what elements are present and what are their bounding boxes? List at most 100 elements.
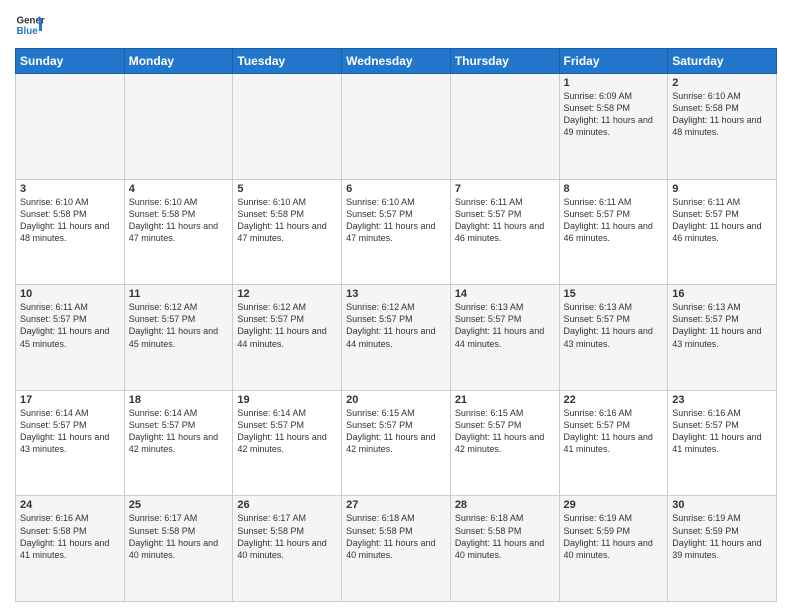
calendar-week-4: 17Sunrise: 6:14 AM Sunset: 5:57 PM Dayli… [16, 390, 777, 496]
day-number: 7 [455, 183, 555, 195]
calendar-cell [16, 74, 125, 180]
day-number: 16 [672, 288, 772, 300]
header: General Blue [15, 10, 777, 40]
day-number: 18 [129, 394, 229, 406]
calendar-cell: 12Sunrise: 6:12 AM Sunset: 5:57 PM Dayli… [233, 285, 342, 391]
calendar-cell: 2Sunrise: 6:10 AM Sunset: 5:58 PM Daylig… [668, 74, 777, 180]
day-number: 4 [129, 183, 229, 195]
day-number: 2 [672, 77, 772, 89]
day-info: Sunrise: 6:13 AM Sunset: 5:57 PM Dayligh… [564, 301, 664, 350]
day-info: Sunrise: 6:09 AM Sunset: 5:58 PM Dayligh… [564, 90, 664, 139]
day-info: Sunrise: 6:11 AM Sunset: 5:57 PM Dayligh… [20, 301, 120, 350]
day-info: Sunrise: 6:13 AM Sunset: 5:57 PM Dayligh… [672, 301, 772, 350]
logo: General Blue [15, 10, 45, 40]
day-info: Sunrise: 6:10 AM Sunset: 5:58 PM Dayligh… [237, 196, 337, 245]
day-info: Sunrise: 6:12 AM Sunset: 5:57 PM Dayligh… [237, 301, 337, 350]
day-info: Sunrise: 6:15 AM Sunset: 5:57 PM Dayligh… [346, 407, 446, 456]
col-header-saturday: Saturday [668, 49, 777, 74]
day-number: 15 [564, 288, 664, 300]
day-number: 1 [564, 77, 664, 89]
calendar-cell [233, 74, 342, 180]
calendar-week-5: 24Sunrise: 6:16 AM Sunset: 5:58 PM Dayli… [16, 496, 777, 602]
day-number: 3 [20, 183, 120, 195]
calendar-cell: 28Sunrise: 6:18 AM Sunset: 5:58 PM Dayli… [450, 496, 559, 602]
day-info: Sunrise: 6:15 AM Sunset: 5:57 PM Dayligh… [455, 407, 555, 456]
day-number: 9 [672, 183, 772, 195]
day-number: 23 [672, 394, 772, 406]
day-number: 11 [129, 288, 229, 300]
calendar-cell: 27Sunrise: 6:18 AM Sunset: 5:58 PM Dayli… [342, 496, 451, 602]
day-info: Sunrise: 6:16 AM Sunset: 5:57 PM Dayligh… [564, 407, 664, 456]
day-info: Sunrise: 6:19 AM Sunset: 5:59 PM Dayligh… [564, 512, 664, 561]
day-info: Sunrise: 6:10 AM Sunset: 5:57 PM Dayligh… [346, 196, 446, 245]
day-number: 13 [346, 288, 446, 300]
day-info: Sunrise: 6:18 AM Sunset: 5:58 PM Dayligh… [346, 512, 446, 561]
calendar-cell: 29Sunrise: 6:19 AM Sunset: 5:59 PM Dayli… [559, 496, 668, 602]
calendar-cell [342, 74, 451, 180]
calendar-cell: 13Sunrise: 6:12 AM Sunset: 5:57 PM Dayli… [342, 285, 451, 391]
calendar-cell: 7Sunrise: 6:11 AM Sunset: 5:57 PM Daylig… [450, 179, 559, 285]
calendar-cell: 1Sunrise: 6:09 AM Sunset: 5:58 PM Daylig… [559, 74, 668, 180]
day-info: Sunrise: 6:18 AM Sunset: 5:58 PM Dayligh… [455, 512, 555, 561]
day-number: 20 [346, 394, 446, 406]
col-header-tuesday: Tuesday [233, 49, 342, 74]
calendar-cell: 8Sunrise: 6:11 AM Sunset: 5:57 PM Daylig… [559, 179, 668, 285]
day-number: 25 [129, 499, 229, 511]
day-info: Sunrise: 6:14 AM Sunset: 5:57 PM Dayligh… [20, 407, 120, 456]
calendar-week-1: 1Sunrise: 6:09 AM Sunset: 5:58 PM Daylig… [16, 74, 777, 180]
calendar-cell [450, 74, 559, 180]
day-number: 14 [455, 288, 555, 300]
day-number: 28 [455, 499, 555, 511]
calendar-cell: 20Sunrise: 6:15 AM Sunset: 5:57 PM Dayli… [342, 390, 451, 496]
day-number: 21 [455, 394, 555, 406]
calendar-cell: 24Sunrise: 6:16 AM Sunset: 5:58 PM Dayli… [16, 496, 125, 602]
calendar-cell: 22Sunrise: 6:16 AM Sunset: 5:57 PM Dayli… [559, 390, 668, 496]
day-number: 24 [20, 499, 120, 511]
calendar-cell: 11Sunrise: 6:12 AM Sunset: 5:57 PM Dayli… [124, 285, 233, 391]
calendar-cell: 15Sunrise: 6:13 AM Sunset: 5:57 PM Dayli… [559, 285, 668, 391]
day-number: 12 [237, 288, 337, 300]
page: General Blue SundayMondayTuesdayWednesda… [0, 0, 792, 612]
calendar-cell: 5Sunrise: 6:10 AM Sunset: 5:58 PM Daylig… [233, 179, 342, 285]
day-number: 22 [564, 394, 664, 406]
day-info: Sunrise: 6:16 AM Sunset: 5:57 PM Dayligh… [672, 407, 772, 456]
calendar-cell: 25Sunrise: 6:17 AM Sunset: 5:58 PM Dayli… [124, 496, 233, 602]
calendar-cell: 17Sunrise: 6:14 AM Sunset: 5:57 PM Dayli… [16, 390, 125, 496]
calendar-cell: 3Sunrise: 6:10 AM Sunset: 5:58 PM Daylig… [16, 179, 125, 285]
day-number: 30 [672, 499, 772, 511]
day-number: 5 [237, 183, 337, 195]
calendar-header-row: SundayMondayTuesdayWednesdayThursdayFrid… [16, 49, 777, 74]
col-header-monday: Monday [124, 49, 233, 74]
day-number: 19 [237, 394, 337, 406]
calendar-cell: 6Sunrise: 6:10 AM Sunset: 5:57 PM Daylig… [342, 179, 451, 285]
svg-text:Blue: Blue [17, 26, 39, 37]
calendar-cell: 4Sunrise: 6:10 AM Sunset: 5:58 PM Daylig… [124, 179, 233, 285]
calendar-cell: 30Sunrise: 6:19 AM Sunset: 5:59 PM Dayli… [668, 496, 777, 602]
day-info: Sunrise: 6:12 AM Sunset: 5:57 PM Dayligh… [129, 301, 229, 350]
logo-icon: General Blue [15, 10, 45, 40]
day-info: Sunrise: 6:11 AM Sunset: 5:57 PM Dayligh… [672, 196, 772, 245]
calendar-cell: 19Sunrise: 6:14 AM Sunset: 5:57 PM Dayli… [233, 390, 342, 496]
calendar-table: SundayMondayTuesdayWednesdayThursdayFrid… [15, 48, 777, 602]
col-header-thursday: Thursday [450, 49, 559, 74]
col-header-sunday: Sunday [16, 49, 125, 74]
calendar-cell: 9Sunrise: 6:11 AM Sunset: 5:57 PM Daylig… [668, 179, 777, 285]
day-info: Sunrise: 6:17 AM Sunset: 5:58 PM Dayligh… [129, 512, 229, 561]
calendar-week-2: 3 Sunrise: 6:10 AM Sunset: 5:58 PM Daylig… [16, 179, 777, 285]
col-header-wednesday: Wednesday [342, 49, 451, 74]
day-info: Sunrise: 6:14 AM Sunset: 5:57 PM Dayligh… [129, 407, 229, 456]
day-info: Sunrise: 6:19 AM Sunset: 5:59 PM Dayligh… [672, 512, 772, 561]
calendar-cell: 26Sunrise: 6:17 AM Sunset: 5:58 PM Dayli… [233, 496, 342, 602]
day-info: Sunrise: 6:11 AM Sunset: 5:57 PM Dayligh… [455, 196, 555, 245]
day-number: 17 [20, 394, 120, 406]
calendar-cell: 18Sunrise: 6:14 AM Sunset: 5:57 PM Dayli… [124, 390, 233, 496]
day-info: Sunrise: 6:11 AM Sunset: 5:57 PM Dayligh… [564, 196, 664, 245]
calendar-cell: 23Sunrise: 6:16 AM Sunset: 5:57 PM Dayli… [668, 390, 777, 496]
calendar-cell: 16Sunrise: 6:13 AM Sunset: 5:57 PM Dayli… [668, 285, 777, 391]
calendar-cell: 10Sunrise: 6:11 AM Sunset: 5:57 PM Dayli… [16, 285, 125, 391]
calendar-cell: 14Sunrise: 6:13 AM Sunset: 5:57 PM Dayli… [450, 285, 559, 391]
day-info: Sunrise: 6:14 AM Sunset: 5:57 PM Dayligh… [237, 407, 337, 456]
day-info: Sunrise: 6:12 AM Sunset: 5:57 PM Dayligh… [346, 301, 446, 350]
day-info: Sunrise: 6:10 AM Sunset: 5:58 PM Dayligh… [672, 90, 772, 139]
day-info: Sunrise: 6:16 AM Sunset: 5:58 PM Dayligh… [20, 512, 120, 561]
